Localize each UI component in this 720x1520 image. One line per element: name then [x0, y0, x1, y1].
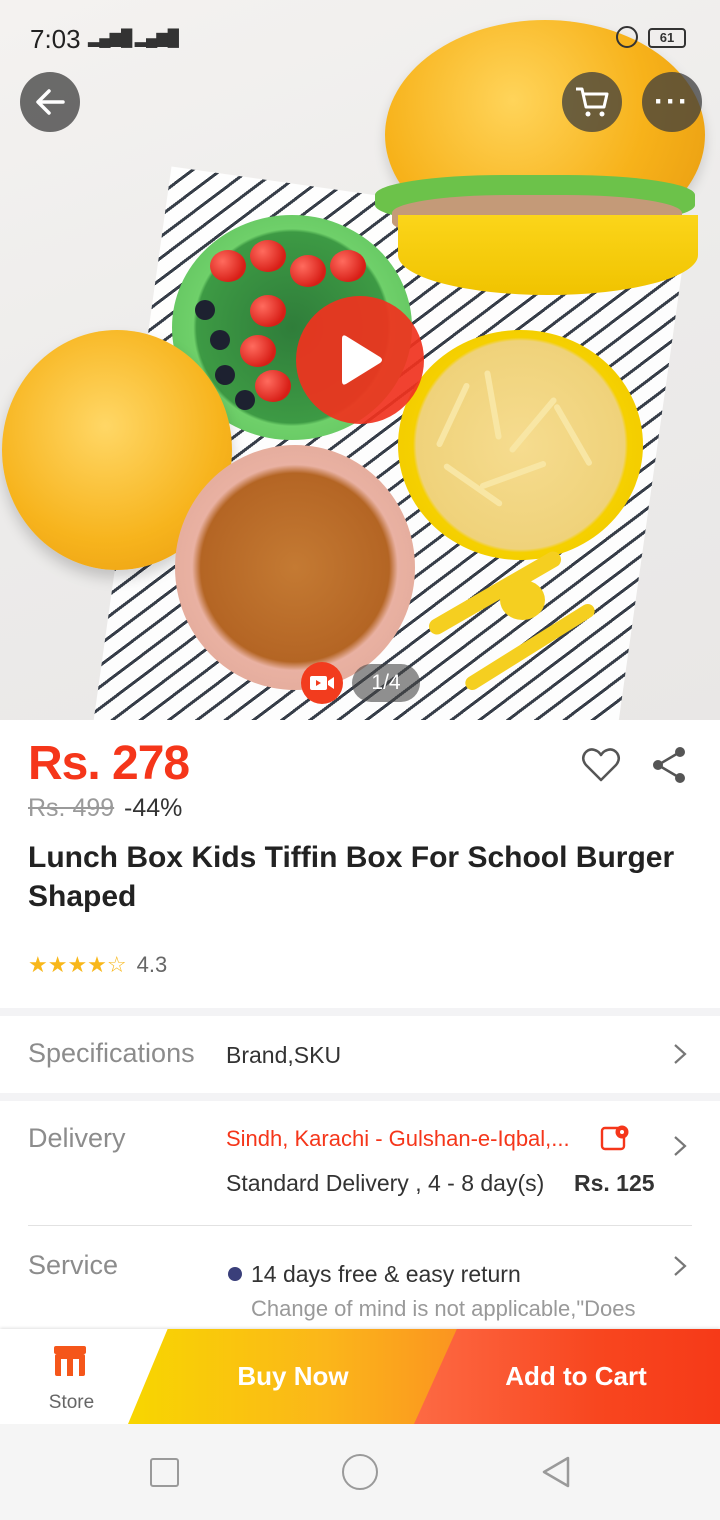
section-divider: [0, 1008, 720, 1016]
product-photo-berry: [235, 390, 255, 410]
signal-icon: ▂▄▆█ ▂▄▆█: [88, 30, 179, 47]
system-navigation-bar: [0, 1424, 720, 1520]
discount-badge: -44%: [124, 794, 183, 822]
wishlist-button[interactable]: [580, 744, 622, 786]
store-button[interactable]: Store: [0, 1329, 143, 1424]
status-bar: 7:03 ▂▄▆█ ▂▄▆█ 61: [0, 0, 720, 72]
cart-button[interactable]: [562, 72, 622, 132]
specifications-label: Specifications: [28, 1038, 195, 1068]
product-photo-nugget-bowl: [175, 445, 415, 690]
system-back-button[interactable]: [538, 1454, 574, 1490]
add-to-cart-label: Add to Cart: [505, 1361, 647, 1391]
product-photo-spoon-head: [500, 580, 545, 620]
service-return-note: Change of mind is not applicable,"Does: [251, 1296, 636, 1321]
original-price: Rs. 499: [28, 794, 115, 822]
product-price: Rs. 278: [28, 737, 190, 790]
section-divider: [0, 1093, 720, 1101]
share-icon: [653, 747, 685, 783]
more-button[interactable]: ···: [642, 72, 702, 132]
delivery-location: Sindh, Karachi - Gulshan-e-Iqbal,...: [226, 1126, 570, 1151]
specifications-value: Brand,SKU: [226, 1042, 342, 1068]
arrow-left-icon: [36, 89, 65, 115]
home-button[interactable]: [342, 1454, 378, 1490]
product-photo-berry: [195, 300, 215, 320]
add-to-cart-button[interactable]: Add to Cart: [414, 1329, 720, 1424]
status-time: 7:03: [30, 24, 81, 54]
delivery-method: Standard Delivery , 4 - 8 day(s): [226, 1170, 545, 1196]
return-policy-icon: [228, 1267, 242, 1281]
share-button[interactable]: [650, 744, 690, 786]
product-title: Lunch Box Kids Tiffin Box For School Bur…: [28, 841, 675, 913]
heart-icon: [582, 748, 620, 782]
chevron-right-icon: [674, 1136, 687, 1156]
delivery-fee: Rs. 125: [574, 1170, 655, 1196]
product-photo-tomato: [210, 250, 246, 282]
rotation-lock-icon: [616, 26, 638, 48]
service-label: Service: [28, 1250, 119, 1280]
gallery-page-indicator: 1/4: [352, 664, 420, 702]
play-video-button[interactable]: [296, 296, 424, 424]
star-rating-icon: ★★★★☆: [28, 952, 127, 977]
product-photo-tomato: [250, 295, 286, 327]
product-rating[interactable]: ★★★★☆ 4.3: [28, 952, 167, 978]
store-label: Store: [48, 1392, 95, 1413]
store-icon: [54, 1346, 86, 1376]
product-photo-tomato: [240, 335, 276, 367]
row-divider: [28, 1225, 692, 1226]
battery-icon: 61: [648, 28, 686, 48]
buy-now-button[interactable]: Buy Now: [128, 1329, 458, 1424]
service-return-policy: 14 days free & easy return: [251, 1261, 521, 1287]
video-camera-icon: [310, 676, 334, 690]
delivery-label: Delivery: [28, 1123, 126, 1153]
product-photo-burger-base: [398, 215, 698, 295]
product-photo-fries-bowl: [398, 330, 643, 560]
chevron-right-icon: [674, 1256, 687, 1276]
play-icon: [342, 335, 382, 385]
chevron-right-icon: [674, 1044, 687, 1064]
product-photo-tomato: [330, 250, 366, 282]
product-photo-tomato: [250, 240, 286, 272]
video-tab-button[interactable]: [301, 662, 343, 704]
product-photo-tomato: [290, 255, 326, 287]
buy-now-label: Buy Now: [237, 1361, 349, 1391]
rating-value: 4.3: [136, 952, 168, 977]
product-photo-berry: [210, 330, 230, 350]
more-dots-icon: ···: [654, 85, 690, 118]
cart-icon: [576, 87, 609, 117]
recent-apps-button[interactable]: [150, 1458, 179, 1487]
back-button[interactable]: [20, 72, 80, 132]
product-photo-tomato: [255, 370, 291, 402]
product-photo-berry: [215, 365, 235, 385]
location-pin-icon[interactable]: [600, 1124, 630, 1152]
bottom-action-bar: Store Buy Now Add to Cart: [0, 1329, 720, 1424]
